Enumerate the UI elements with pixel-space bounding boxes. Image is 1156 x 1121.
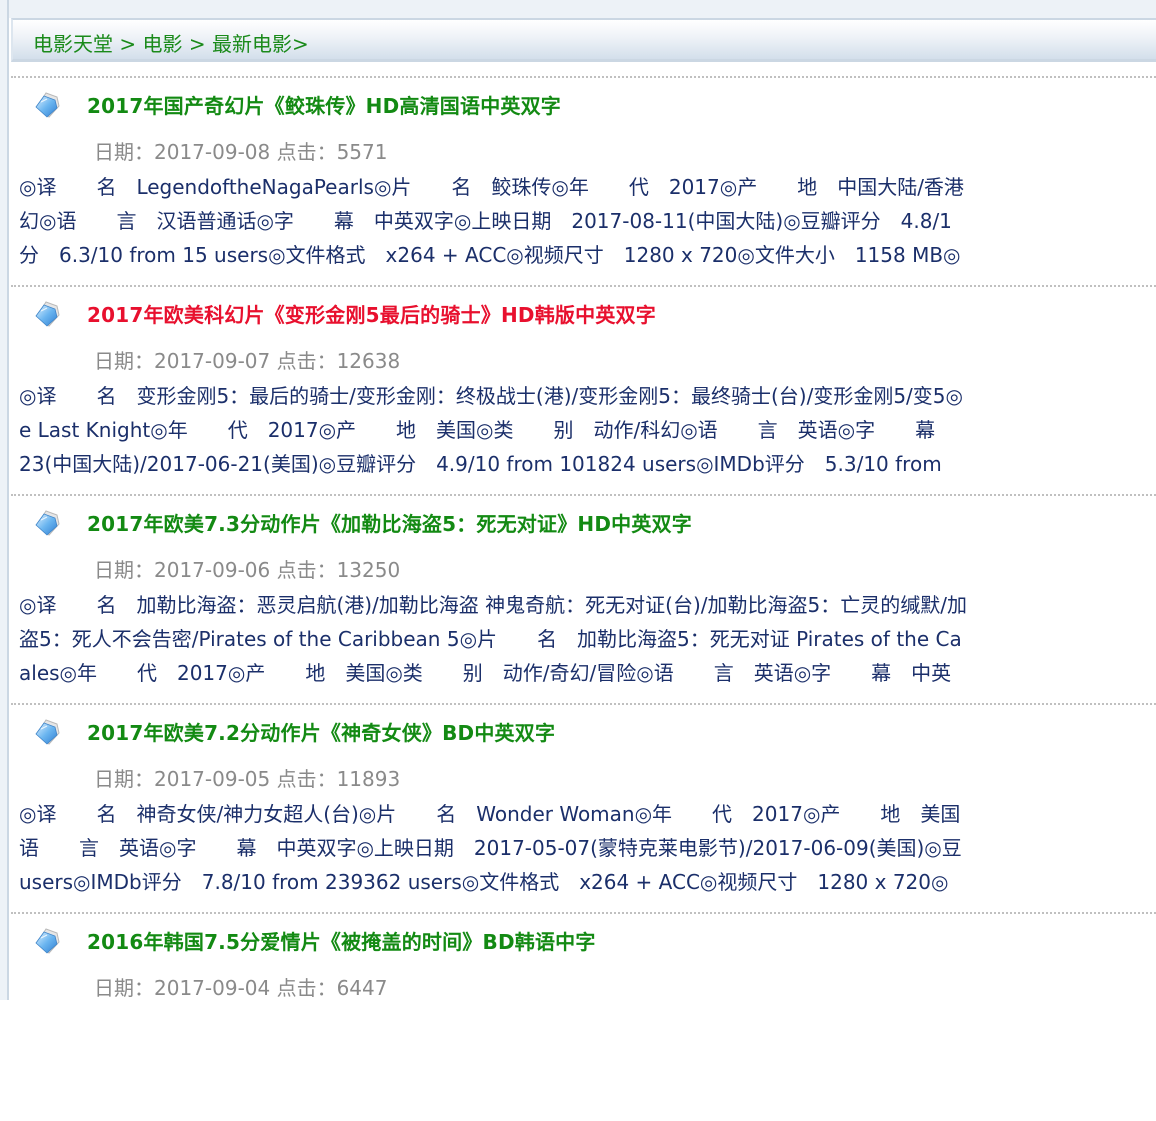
description-line: 23(中国大陆)/2017-06-21(美国)◎豆瓣评分 4.9/10 from… <box>19 452 942 476</box>
breadcrumb: 电影天堂 > 电影 > 最新电影> <box>33 28 309 57</box>
description-line: ales◎年 代 2017◎产 地 美国◎类 别 动作/奇幻/冒险◎语 言 英语… <box>19 661 952 685</box>
description-line: e Last Knight◎年 代 2017◎产 地 美国◎类 别 动作/科幻◎… <box>19 418 956 442</box>
movie-description: ◎译 名 神奇女侠/神力女超人(台)◎片 名 Wonder Woman◎年 代 … <box>19 797 1156 899</box>
description-line: users◎IMDb评分 7.8/10 from 239362 users◎文件… <box>19 870 949 894</box>
document-icon <box>33 717 63 747</box>
description-line: ◎译 名 神奇女侠/神力女超人(台)◎片 名 Wonder Woman◎年 代 … <box>19 802 961 826</box>
document-icon <box>33 508 63 538</box>
movie-description: ◎译 名 变形金刚5：最后的骑士/变形金刚：终极战士(港)/变形金刚5：最终骑士… <box>19 379 1156 481</box>
movie-title-link[interactable]: 2017年欧美7.3分动作片《加勒比海盗5：死无对证》HD中英双字 <box>87 508 692 537</box>
movie-description: ◎译 名 加勒比海盗：恶灵启航(港)/加勒比海盗 神鬼奇航：死无对证(台)/加勒… <box>19 588 1156 690</box>
list-item: 2017年国产奇幻片《鲛珠传》HD高清国语中英双字 日期：2017-09-08 … <box>11 76 1156 285</box>
content-frame: 电影天堂 > 电影 > 最新电影> 2017年国产奇幻片《鲛珠传》HD高清国语中… <box>11 18 1156 1000</box>
left-rail <box>0 0 9 1000</box>
movie-meta: 日期：2017-09-08 点击：5571 <box>94 140 388 164</box>
list-item: 2016年韩国7.5分爱情片《被掩盖的时间》BD韩语中字 日期：2017-09-… <box>11 912 1156 1121</box>
movie-meta: 日期：2017-09-06 点击：13250 <box>94 558 401 582</box>
movie-title-link[interactable]: 2017年国产奇幻片《鲛珠传》HD高清国语中英双字 <box>87 90 561 119</box>
breadcrumb-movies-link[interactable]: 电影 <box>142 32 182 56</box>
movie-meta: 日期：2017-09-04 点击：6447 <box>94 976 388 1000</box>
top-strip <box>0 0 1156 18</box>
document-icon <box>33 90 63 120</box>
description-line: 分 6.3/10 from 15 users◎文件格式 x264 + ACC◎视… <box>19 243 961 267</box>
description-line: 盗5：死人不会告密/Pirates of the Caribbean 5◎片 名… <box>19 627 962 651</box>
movie-description: ◎译 名 LegendoftheNagaPearls◎片 名 鲛珠传◎年 代 2… <box>19 170 1156 272</box>
list-item: 2017年欧美7.2分动作片《神奇女侠》BD中英双字 日期：2017-09-05… <box>11 703 1156 912</box>
breadcrumb-separator: > <box>113 32 143 56</box>
list-item: 2017年欧美7.3分动作片《加勒比海盗5：死无对证》HD中英双字 日期：201… <box>11 494 1156 703</box>
document-icon <box>33 299 63 329</box>
movie-title-link[interactable]: 2016年韩国7.5分爱情片《被掩盖的时间》BD韩语中字 <box>87 926 596 955</box>
movie-list: 2017年国产奇幻片《鲛珠传》HD高清国语中英双字 日期：2017-09-08 … <box>11 76 1156 1121</box>
movie-meta: 日期：2017-09-05 点击：11893 <box>94 767 401 791</box>
description-line: ◎译 名 LegendoftheNagaPearls◎片 名 鲛珠传◎年 代 2… <box>19 175 964 199</box>
movie-meta: 日期：2017-09-07 点击：12638 <box>94 349 401 373</box>
document-icon <box>33 926 63 956</box>
breadcrumb-latest-link[interactable]: 最新电影> <box>212 32 309 56</box>
list-item: 2017年欧美科幻片《变形金刚5最后的骑士》HD韩版中英双字 日期：2017-0… <box>11 285 1156 494</box>
breadcrumb-home-link[interactable]: 电影天堂 <box>33 32 113 56</box>
description-line: 语 言 英语◎字 幕 中英双字◎上映日期 2017-05-07(蒙特克莱电影节)… <box>19 836 962 860</box>
description-line: ◎译 名 加勒比海盗：恶灵启航(港)/加勒比海盗 神鬼奇航：死无对证(台)/加勒… <box>19 593 967 617</box>
breadcrumb-bar: 电影天堂 > 电影 > 最新电影> <box>11 18 1156 62</box>
movie-title-link[interactable]: 2017年欧美7.2分动作片《神奇女侠》BD中英双字 <box>87 717 555 746</box>
description-line: 幻◎语 言 汉语普通话◎字 幕 中英双字◎上映日期 2017-08-11(中国大… <box>19 209 952 233</box>
movie-title-link[interactable]: 2017年欧美科幻片《变形金刚5最后的骑士》HD韩版中英双字 <box>87 299 656 328</box>
breadcrumb-separator: > <box>182 32 212 56</box>
description-line: ◎译 名 变形金刚5：最后的骑士/变形金刚：终极战士(港)/变形金刚5：最终骑士… <box>19 384 963 408</box>
